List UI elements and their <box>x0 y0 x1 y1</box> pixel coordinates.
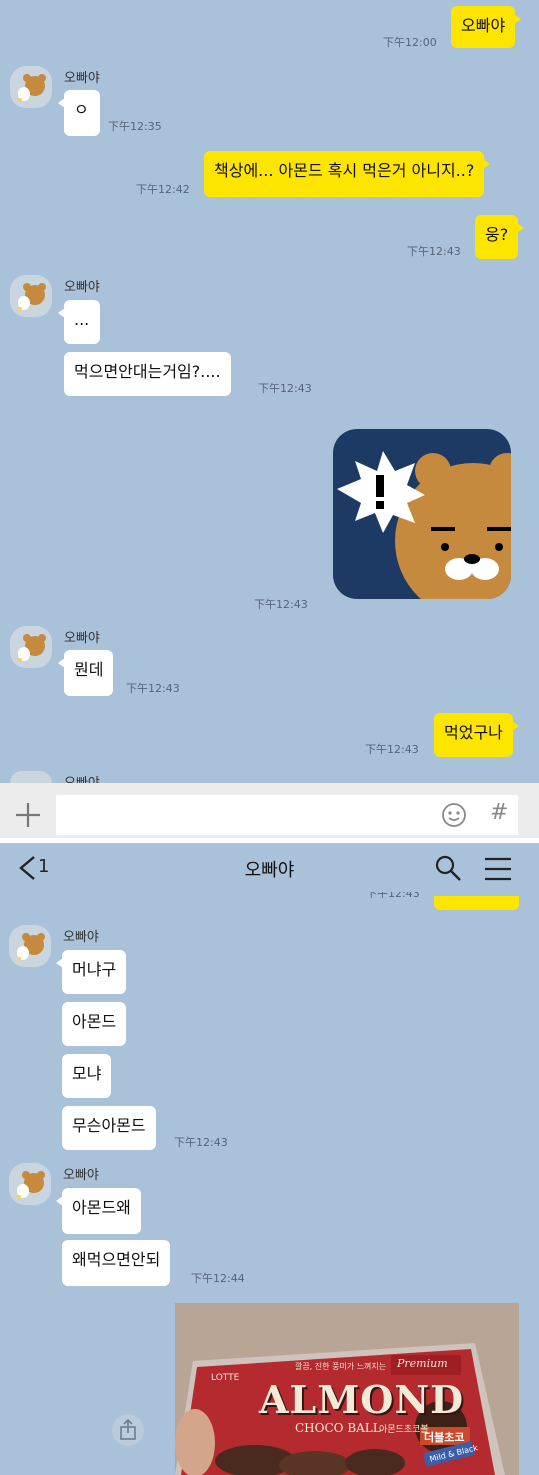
ryan-avatar-icon <box>18 634 46 662</box>
avatar[interactable] <box>10 66 52 108</box>
sender-name: 오빠야 <box>63 930 99 945</box>
avatar[interactable] <box>10 275 52 317</box>
message-time: 下午12:43 <box>258 382 312 395</box>
avatar[interactable] <box>9 925 51 967</box>
sender-name: 오빠야 <box>64 280 100 295</box>
message-time: 下午12:43 <box>407 245 461 258</box>
ryan-avatar-icon <box>17 933 45 961</box>
tagline-label: 깔끔, 진한 풍미가 느껴지는 <box>295 1362 387 1371</box>
sender-name: 오빠야 <box>64 772 100 783</box>
their-message-bubble[interactable]: 먹으면안대는거임?.... <box>64 352 231 396</box>
sender-name: 오빠야 <box>64 631 100 646</box>
hash-icon[interactable]: # <box>490 800 514 828</box>
their-message-bubble[interactable]: ㅇ <box>58 90 100 136</box>
sender-name: 오빠야 <box>63 1168 99 1183</box>
message-time: 下午12:35 <box>108 120 162 133</box>
product-name: ALMOND <box>259 1377 465 1422</box>
ryan-surprised-sticker[interactable] <box>333 429 511 599</box>
brand-label: LOTTE <box>211 1373 240 1383</box>
double-choco-label: 더블초코 <box>424 1431 465 1444</box>
message-time: 下午12:42 <box>136 183 190 196</box>
their-message-bubble[interactable]: 왜먹으면안되 <box>62 1240 171 1286</box>
ryan-avatar-icon <box>18 74 46 102</box>
share-icon[interactable] <box>112 1414 144 1446</box>
their-message-bubble[interactable]: 아몬드왜 <box>56 1188 141 1234</box>
my-message-bubble[interactable] <box>434 896 519 910</box>
their-message-bubble[interactable]: 머냐구 <box>55 950 127 994</box>
product-subname: CHOCO BALL <box>295 1421 381 1435</box>
ryan-sticker-icon <box>337 451 511 599</box>
their-message-bubble[interactable]: 뭔데 <box>57 650 114 696</box>
my-message-bubble[interactable]: 웅? <box>475 215 525 259</box>
their-message-bubble[interactable]: 무슨아몬드 <box>62 1106 156 1150</box>
message-time: 下午12:43 <box>254 598 308 611</box>
shared-photo[interactable]: LOTTE 깔끔, 진한 풍미가 느껴지는 Premium ALMOND CHO… <box>175 1303 519 1475</box>
avatar[interactable] <box>9 1163 51 1205</box>
korean-subname: 아몬드초코볼 <box>379 1425 429 1435</box>
message-time: 下午12:43 <box>366 892 420 898</box>
my-message-bubble[interactable]: 먹었구나 <box>434 713 519 757</box>
emoji-icon[interactable] <box>440 801 468 829</box>
their-message-bubble[interactable]: 모냐 <box>62 1054 112 1098</box>
message-time: 下午12:43 <box>365 743 419 756</box>
my-message-bubble[interactable]: 책상에... 아몬드 혹시 먹은거 아니지..? <box>204 151 491 197</box>
avatar[interactable] <box>10 626 52 668</box>
message-time: 下午12:43 <box>126 682 180 695</box>
search-icon[interactable] <box>434 854 462 882</box>
premium-badge: Premium <box>397 1357 448 1370</box>
message-time: 下午12:00 <box>383 36 437 49</box>
message-time: 下午12:44 <box>191 1272 245 1285</box>
plus-icon[interactable] <box>13 800 43 830</box>
their-message-bubble[interactable]: ... <box>58 300 100 344</box>
my-message-bubble[interactable]: 오빠야 <box>451 6 522 48</box>
avatar[interactable] <box>10 771 52 783</box>
ryan-avatar-icon <box>18 283 46 311</box>
hamburger-menu-icon[interactable] <box>484 856 512 882</box>
message-time: 下午12:43 <box>174 1136 228 1149</box>
sender-name: 오빠야 <box>64 71 100 86</box>
their-message-bubble[interactable]: 아몬드 <box>62 1002 127 1046</box>
ryan-avatar-icon <box>17 1171 45 1199</box>
